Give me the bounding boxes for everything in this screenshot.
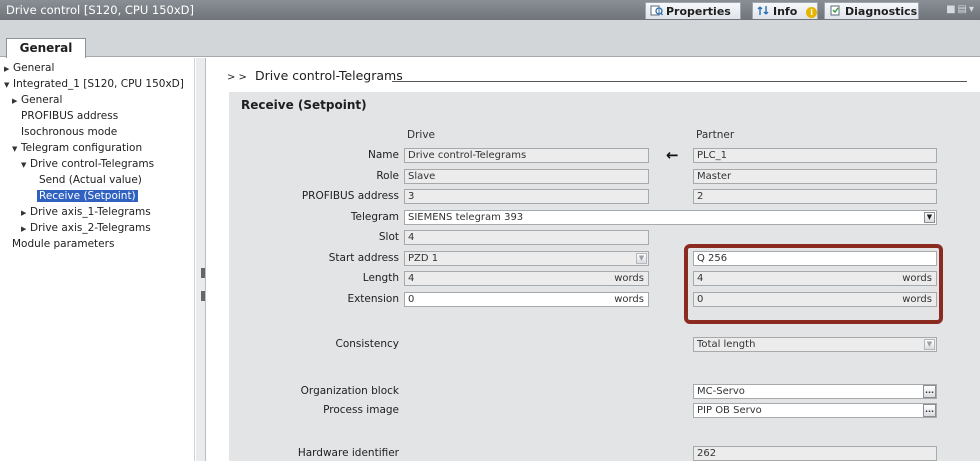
- chevron-down-icon[interactable]: ▼: [924, 339, 935, 350]
- partner-org-block-field[interactable]: MC-Servo...: [693, 384, 937, 399]
- left-arrow-icon: ←: [666, 146, 679, 164]
- drive-length-field: 4 words: [404, 271, 649, 286]
- splitter-handle-icon[interactable]: [201, 268, 205, 278]
- label-profibus-address: PROFIBUS address: [301, 190, 399, 202]
- tree-item-integrated[interactable]: ▼ Integrated_1 [S120, CPU 150xD]: [4, 78, 184, 94]
- properties-icon: [650, 5, 663, 16]
- content-area: > > Drive control-Telegrams Receive (Setp…: [207, 58, 980, 461]
- column-header-partner: Partner: [696, 129, 735, 141]
- drive-extension-input[interactable]: 0 words: [404, 292, 649, 307]
- partner-role-field: Master: [693, 169, 937, 184]
- label-extension: Extension: [347, 293, 399, 305]
- diagnostics-icon: [830, 5, 840, 16]
- section-title: Receive (Setpoint): [241, 98, 367, 112]
- breadcrumb-arrows-icon: > >: [227, 72, 247, 83]
- drive-profibus-field: 3: [404, 189, 649, 204]
- expand-icon[interactable]: ▶: [21, 209, 30, 217]
- partner-extension-field: 0 words: [693, 292, 937, 307]
- tab-strip: General: [0, 20, 980, 58]
- partner-name-field: PLC_1: [693, 148, 937, 163]
- window-title-bar: Drive control [S120, CPU 150xD] Properti…: [0, 0, 980, 20]
- tab-properties[interactable]: Properties: [645, 2, 741, 19]
- label-role: Role: [376, 170, 399, 182]
- drive-start-address-select[interactable]: PZD 1 ▼: [404, 251, 649, 266]
- tree-item-general[interactable]: ▶ General: [4, 62, 54, 78]
- tree-item-receive-setpoint[interactable]: Receive (Setpoint): [37, 190, 138, 206]
- breadcrumb: > > Drive control-Telegrams: [227, 68, 403, 83]
- label-slot: Slot: [378, 231, 399, 243]
- expand-icon[interactable]: ▶: [21, 225, 30, 233]
- tree-item-send-actual-value[interactable]: Send (Actual value): [39, 174, 142, 190]
- tab-info-label: Info: [773, 5, 798, 18]
- tree-item-integrated-general[interactable]: ▶ General: [12, 94, 62, 110]
- tree-item-drive-control-telegrams[interactable]: ▼ Drive control-Telegrams: [21, 158, 154, 174]
- expand-icon[interactable]: ▶: [4, 65, 13, 73]
- splitter-handle-icon[interactable]: [201, 291, 205, 301]
- tree-item-isochronous-mode[interactable]: Isochronous mode: [21, 126, 117, 142]
- tab-info[interactable]: Info i: [752, 2, 818, 19]
- label-length: Length: [362, 272, 399, 284]
- panel-splitter[interactable]: [196, 58, 206, 461]
- expand-icon[interactable]: ▶: [12, 97, 21, 105]
- tree-item-drive-axis-2-telegrams[interactable]: ▶ Drive axis_2-Telegrams: [21, 222, 151, 238]
- chevron-down-icon[interactable]: ▼: [924, 212, 935, 223]
- tab-properties-label: Properties: [666, 5, 731, 18]
- partner-length-field: 4 words: [693, 271, 937, 286]
- tab-diagnostics-label: Diagnostics: [845, 5, 918, 18]
- tree-item-module-parameters[interactable]: Module parameters: [12, 238, 114, 254]
- collapse-icon[interactable]: ▼: [21, 161, 30, 169]
- drive-name-field: Drive control-Telegrams: [404, 148, 649, 163]
- collapse-icon[interactable]: ▼: [12, 145, 21, 153]
- partner-process-image-field[interactable]: PIP OB Servo...: [693, 403, 937, 418]
- label-hardware-identifier: Hardware identifier: [297, 447, 399, 459]
- drive-slot-field: 4: [404, 230, 649, 245]
- window-controls-icon[interactable]: ■▤▾: [946, 4, 976, 15]
- tree-item-profibus-address[interactable]: PROFIBUS address: [21, 110, 118, 126]
- label-organization-block: Organization block: [300, 385, 399, 397]
- window-title: Drive control [S120, CPU 150xD]: [6, 3, 195, 17]
- info-badge-icon: i: [806, 7, 818, 18]
- breadcrumb-text[interactable]: Drive control-Telegrams: [255, 68, 403, 83]
- tree-item-drive-axis-1-telegrams[interactable]: ▶ Drive axis_1-Telegrams: [21, 206, 151, 222]
- partner-start-address-input[interactable]: Q 256: [693, 251, 937, 266]
- telegram-select[interactable]: SIEMENS telegram 393 ▼: [404, 210, 937, 225]
- label-process-image: Process image: [323, 404, 399, 416]
- label-start-address: Start address: [328, 252, 399, 264]
- tab-diagnostics[interactable]: Diagnostics: [824, 2, 919, 19]
- column-header-drive: Drive: [407, 129, 435, 141]
- partner-hw-id-field: 262: [693, 446, 937, 461]
- browse-button[interactable]: ...: [923, 385, 936, 398]
- chevron-down-icon[interactable]: ▼: [636, 253, 647, 264]
- info-icon: [757, 6, 769, 15]
- navigation-tree: ▶ General ▼ Integrated_1 [S120, CPU 150xD]…: [0, 58, 195, 461]
- partner-consistency-select[interactable]: Total length ▼: [693, 337, 937, 352]
- partner-profibus-field: 2: [693, 189, 937, 204]
- breadcrumb-divider: [392, 81, 967, 82]
- label-consistency: Consistency: [335, 338, 400, 350]
- collapse-icon[interactable]: ▼: [4, 81, 13, 89]
- tree-item-telegram-configuration[interactable]: ▼ Telegram configuration: [12, 142, 142, 158]
- tab-general[interactable]: General: [6, 38, 86, 58]
- drive-role-field: Slave: [404, 169, 649, 184]
- label-telegram: Telegram: [350, 211, 399, 223]
- properties-panel: Receive (Setpoint) Drive Partner Name Dr…: [229, 92, 980, 461]
- browse-button[interactable]: ...: [923, 404, 936, 417]
- label-name: Name: [368, 149, 399, 161]
